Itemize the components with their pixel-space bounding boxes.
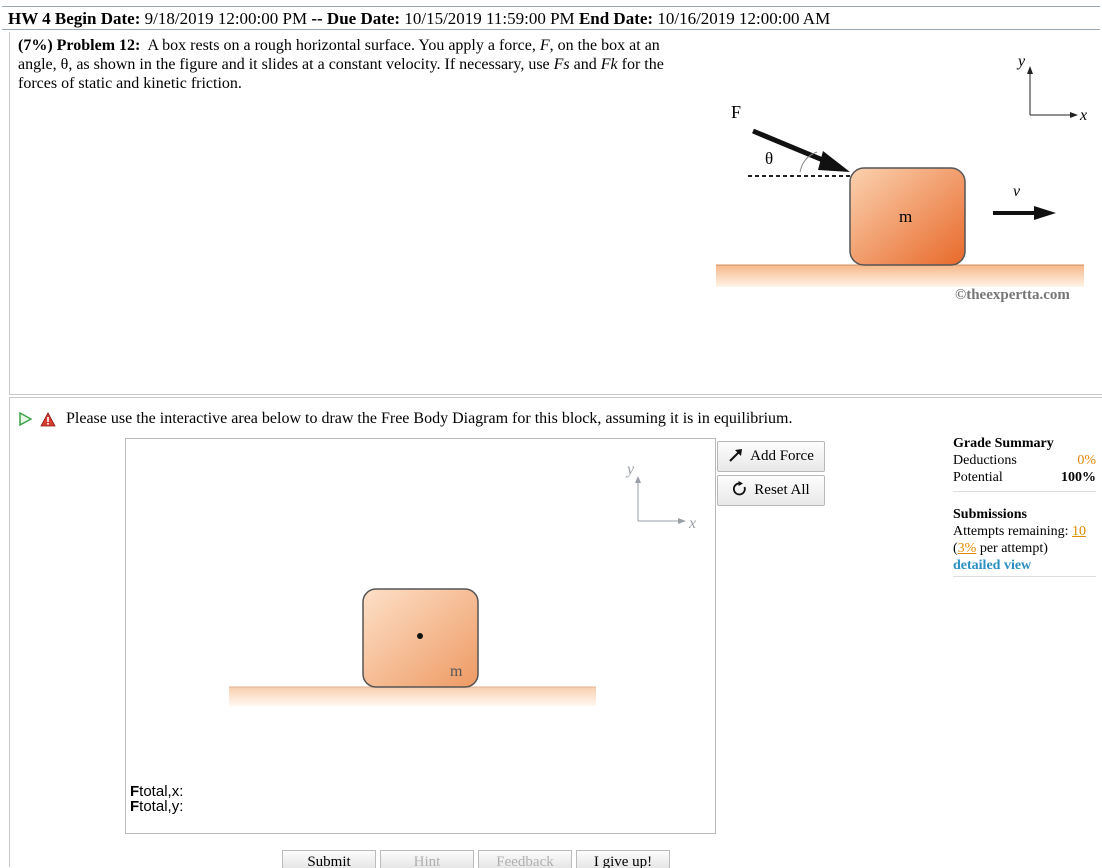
per-attempt-value: 3% <box>957 541 977 556</box>
fbd-drawing[interactable]: y x m <box>126 439 714 833</box>
end-date-label: End Date: <box>578 9 654 28</box>
submissions-title: Submissions <box>953 507 1027 522</box>
reset-icon <box>733 481 747 496</box>
potential-value: 100% <box>1061 470 1096 485</box>
problem-text-3: and <box>573 56 597 73</box>
figure-mass-label: m <box>899 207 912 226</box>
problem-statement: (7%) Problem 12: A box rests on a rough … <box>18 36 678 93</box>
fbd-axis-y: y <box>625 461 635 478</box>
add-force-button[interactable]: Add Force <box>717 441 825 472</box>
hint-button[interactable]: Hint <box>380 850 474 868</box>
problem-figure: y x F θ m v ©theexpertta.com <box>716 53 1087 303</box>
submit-button[interactable]: Submit <box>282 850 376 868</box>
per-attempt-row: (3% per attempt) <box>953 540 1096 557</box>
deductions-label: Deductions <box>953 453 1017 468</box>
figure-floor <box>716 265 1084 287</box>
warning-icon <box>40 411 56 426</box>
submissions-panel: Submissions Attempts remaining: 10 (3% p… <box>953 506 1096 577</box>
hw-begin-label: HW 4 Begin Date: <box>8 9 141 28</box>
figure-axis-y: y <box>1016 53 1026 70</box>
give-up-button[interactable]: I give up! <box>576 850 670 868</box>
header-separator: -- <box>311 9 323 28</box>
attempts-row: Attempts remaining: 10 <box>953 523 1096 540</box>
add-force-label: Add Force <box>750 448 814 464</box>
end-date: 10/16/2019 12:00:00 AM <box>657 9 831 28</box>
assignment-header: HW 4 Begin Date: 9/18/2019 12:00:00 PM -… <box>2 6 1100 30</box>
deductions-value: 0% <box>1077 453 1096 468</box>
feedback-button[interactable]: Feedback <box>478 850 572 868</box>
problem-text-1: A box rests on a rough horizontal surfac… <box>147 37 536 54</box>
figure-axis-x: x <box>1079 107 1087 124</box>
begin-date: 9/18/2019 12:00:00 PM <box>144 9 308 28</box>
velocity-arrow-icon <box>993 206 1056 220</box>
deductions-row: Deductions 0% <box>953 452 1096 469</box>
ftotal-y-symbol: F <box>130 798 140 815</box>
per-attempt-text: per attempt) <box>979 541 1048 556</box>
figure-theta-label: θ <box>765 149 773 168</box>
problem-heading: (7%) Problem 12: <box>18 37 141 54</box>
attempts-value: 10 <box>1071 524 1086 539</box>
kinetic-friction-variable: Fk <box>600 56 618 73</box>
figure-copyright: ©theexpertta.com <box>955 287 1070 303</box>
figure-force-label: F <box>731 102 741 122</box>
detailed-view-link[interactable]: detailed view <box>953 557 1096 574</box>
question-instruction-row: Please use the interactive area below to… <box>18 408 792 430</box>
play-icon[interactable] <box>18 412 32 426</box>
fbd-axis-x: x <box>688 515 696 532</box>
grade-summary: Grade Summary Deductions 0% Potential 10… <box>953 435 1096 492</box>
force-variable: F <box>539 37 550 54</box>
due-date: 10/15/2019 11:59:00 PM <box>404 9 575 28</box>
ftotal-y-subscript: total,y <box>139 798 180 815</box>
question-instruction: Please use the interactive area below to… <box>66 410 793 427</box>
ftotal-y-colon: : <box>179 798 184 815</box>
figure-axes-icon <box>1027 66 1078 118</box>
potential-row: Potential 100% <box>953 469 1096 486</box>
potential-label: Potential <box>953 470 1003 485</box>
reset-all-label: Reset All <box>754 482 810 498</box>
grade-summary-title: Grade Summary <box>953 436 1054 451</box>
fbd-center-point[interactable] <box>417 633 423 639</box>
fbd-axes-icon <box>635 476 686 524</box>
attempts-label: Attempts remaining: <box>953 524 1069 539</box>
fbd-mass-label: m <box>450 663 463 680</box>
arrow-icon <box>729 449 743 462</box>
fbd-floor <box>229 687 596 706</box>
figure-velocity-label: v <box>1013 183 1021 200</box>
due-date-label: Due Date: <box>326 9 401 28</box>
reset-all-button[interactable]: Reset All <box>717 475 825 506</box>
static-friction-variable: Fs <box>553 56 570 73</box>
ftotal-y-label: Ftotal,y: <box>130 799 183 815</box>
